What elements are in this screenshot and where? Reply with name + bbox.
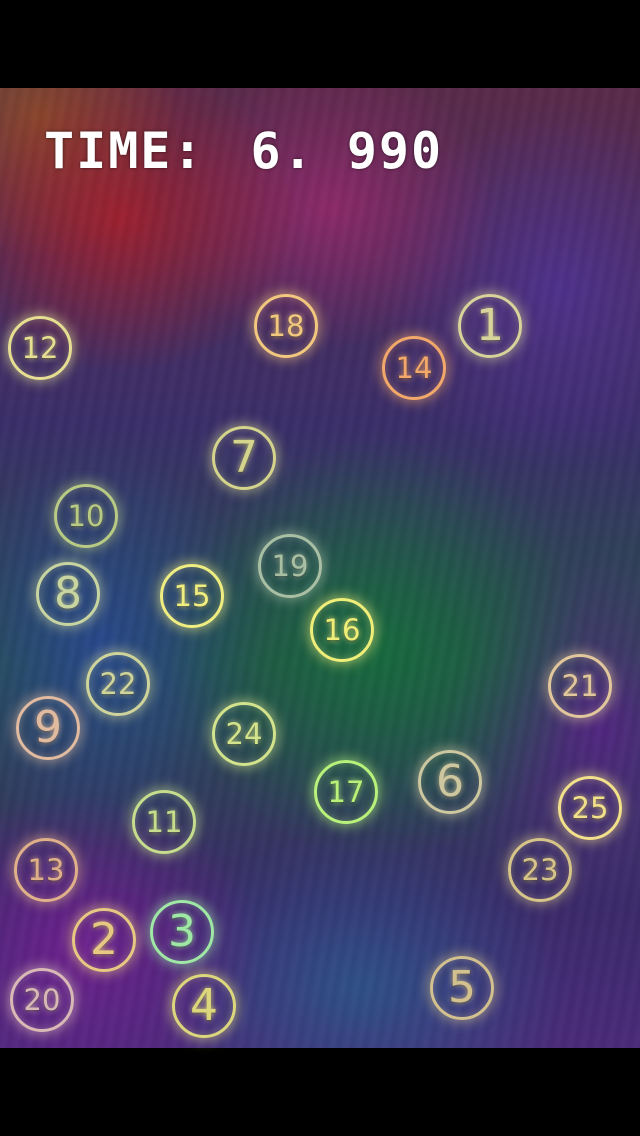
number-bubble-11[interactable]: 11 bbox=[132, 790, 196, 854]
bubble-number: 12 bbox=[21, 330, 59, 365]
bubble-number: 3 bbox=[168, 906, 196, 957]
bubble-number: 21 bbox=[561, 668, 599, 703]
bubble-number: 7 bbox=[230, 432, 258, 483]
number-bubble-22[interactable]: 22 bbox=[86, 652, 150, 716]
game-screen: TIME: 6. 990 1 2 3 4 5 6 7 8 9 10 11 12 13 14 15 16 17 18 1… bbox=[0, 0, 640, 1136]
bubble-number: 15 bbox=[173, 578, 211, 613]
number-bubble-8[interactable]: 8 bbox=[36, 562, 100, 626]
number-bubble-15[interactable]: 15 bbox=[160, 564, 224, 628]
bubble-number: 13 bbox=[27, 852, 65, 887]
bubble-number: 6 bbox=[436, 756, 464, 807]
timer-display: TIME: 6. 990 bbox=[44, 122, 443, 180]
number-bubble-1[interactable]: 1 bbox=[458, 294, 522, 358]
number-bubble-21[interactable]: 21 bbox=[548, 654, 612, 718]
bubble-number: 20 bbox=[23, 982, 61, 1017]
bubble-number: 14 bbox=[395, 350, 433, 385]
timer-label: TIME: bbox=[44, 122, 205, 180]
number-bubble-23[interactable]: 23 bbox=[508, 838, 572, 902]
number-bubble-24[interactable]: 24 bbox=[212, 702, 276, 766]
number-bubble-16[interactable]: 16 bbox=[310, 598, 374, 662]
bubble-number: 10 bbox=[67, 498, 105, 533]
number-bubble-17[interactable]: 17 bbox=[314, 760, 378, 824]
bubble-number: 1 bbox=[476, 300, 504, 351]
number-bubble-19[interactable]: 19 bbox=[258, 534, 322, 598]
number-bubble-25[interactable]: 25 bbox=[558, 776, 622, 840]
number-bubble-5[interactable]: 5 bbox=[430, 956, 494, 1020]
bubble-number: 24 bbox=[225, 716, 263, 751]
number-bubble-9[interactable]: 9 bbox=[16, 696, 80, 760]
bubble-number: 11 bbox=[145, 804, 183, 839]
number-bubble-13[interactable]: 13 bbox=[14, 838, 78, 902]
bubble-number: 25 bbox=[571, 790, 609, 825]
bubble-number: 19 bbox=[271, 548, 309, 583]
number-bubble-4[interactable]: 4 bbox=[172, 974, 236, 1038]
number-bubble-12[interactable]: 12 bbox=[8, 316, 72, 380]
bubble-number: 22 bbox=[99, 666, 137, 701]
timer-value: 6. 990 bbox=[250, 122, 444, 180]
number-bubble-18[interactable]: 18 bbox=[254, 294, 318, 358]
bubble-number: 17 bbox=[327, 774, 365, 809]
bubble-number: 16 bbox=[323, 612, 361, 647]
number-bubble-2[interactable]: 2 bbox=[72, 908, 136, 972]
number-bubble-7[interactable]: 7 bbox=[212, 426, 276, 490]
bubble-number: 18 bbox=[267, 308, 305, 343]
bubble-number: 8 bbox=[54, 568, 82, 619]
number-bubble-6[interactable]: 6 bbox=[418, 750, 482, 814]
bubble-number: 2 bbox=[90, 914, 118, 965]
number-bubble-3[interactable]: 3 bbox=[150, 900, 214, 964]
number-bubble-10[interactable]: 10 bbox=[54, 484, 118, 548]
number-bubble-14[interactable]: 14 bbox=[382, 336, 446, 400]
bubble-number: 9 bbox=[34, 702, 62, 753]
bubble-number: 5 bbox=[448, 962, 476, 1013]
bubble-number: 23 bbox=[521, 852, 559, 887]
number-bubble-20[interactable]: 20 bbox=[10, 968, 74, 1032]
bubble-number: 4 bbox=[190, 980, 218, 1031]
